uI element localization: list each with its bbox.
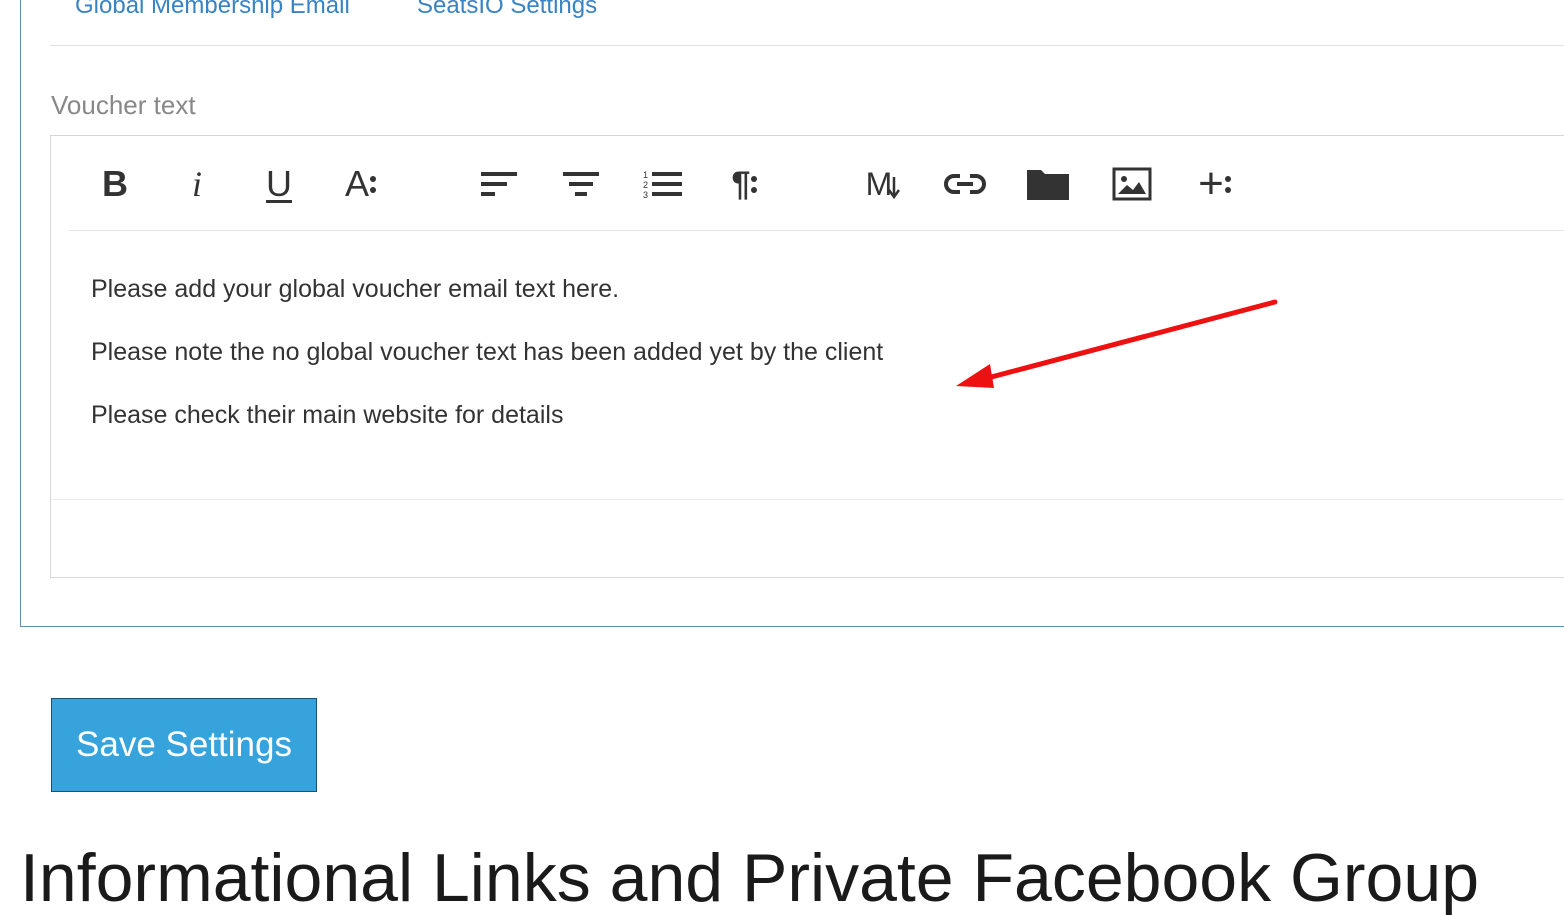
svg-text:3: 3 [643, 190, 648, 199]
paragraph-icon: ¶ [731, 164, 751, 203]
voucher-line-3: Please check their main website for deta… [91, 401, 564, 429]
save-settings-button[interactable]: Save Settings [51, 698, 317, 792]
editor-toolbar: B i U A 1 2 3 ¶ M + [69, 136, 1564, 231]
ordered-list-button[interactable]: 1 2 3 [639, 160, 687, 208]
ordered-list-icon: 1 2 3 [643, 170, 682, 199]
page: Global Membership Email SeatsIO Settings… [0, 0, 1564, 915]
font-size-icon: A [344, 163, 369, 204]
align-left-button[interactable] [475, 160, 523, 208]
more-options-icon [1224, 176, 1231, 193]
markdown-button[interactable]: M [859, 160, 907, 208]
editor-content[interactable]: Please add your global voucher email tex… [91, 274, 1541, 430]
tab-global-membership-email[interactable]: Global Membership Email [75, 0, 350, 20]
annotation-arrow-icon [956, 299, 1278, 388]
bold-button[interactable]: B [91, 160, 139, 208]
folder-button[interactable] [1024, 160, 1072, 208]
voucher-line-2: Please note the no global voucher text h… [91, 338, 884, 366]
font-size-button[interactable]: A [337, 160, 385, 208]
insert-more-button[interactable]: + [1191, 160, 1239, 208]
paragraph-button[interactable]: ¶ [721, 160, 769, 208]
editor-divider [51, 499, 1564, 500]
svg-text:2: 2 [643, 180, 648, 190]
underline-icon: U [266, 163, 292, 204]
voucher-line-1: Please add your global voucher email tex… [91, 275, 620, 303]
align-center-button[interactable] [557, 160, 605, 208]
link-button[interactable] [941, 160, 989, 208]
align-center-icon [563, 172, 599, 196]
italic-button[interactable]: i [173, 160, 221, 208]
svg-text:1: 1 [643, 170, 648, 180]
underline-button[interactable]: U [255, 160, 303, 208]
more-options-icon [751, 176, 758, 193]
tab-seatsio-settings[interactable]: SeatsIO Settings [417, 0, 597, 20]
bold-icon: B [102, 163, 128, 204]
arrow-down-icon [888, 177, 901, 200]
align-left-icon [481, 172, 517, 196]
link-icon [944, 174, 986, 194]
image-icon [1112, 167, 1152, 201]
italic-icon: i [191, 164, 202, 204]
more-options-icon [370, 176, 376, 193]
image-button[interactable] [1108, 160, 1156, 208]
voucher-text-editor: B i U A 1 2 3 ¶ M + Please add your glob… [50, 135, 1564, 578]
voucher-text-label: Voucher text [51, 90, 196, 120]
folder-icon [1027, 170, 1069, 200]
insert-more-icon: + [1198, 159, 1224, 208]
section-title: Informational Links and Private Facebook… [20, 840, 1480, 915]
settings-tabs: Global Membership Email SeatsIO Settings [50, 0, 1564, 46]
